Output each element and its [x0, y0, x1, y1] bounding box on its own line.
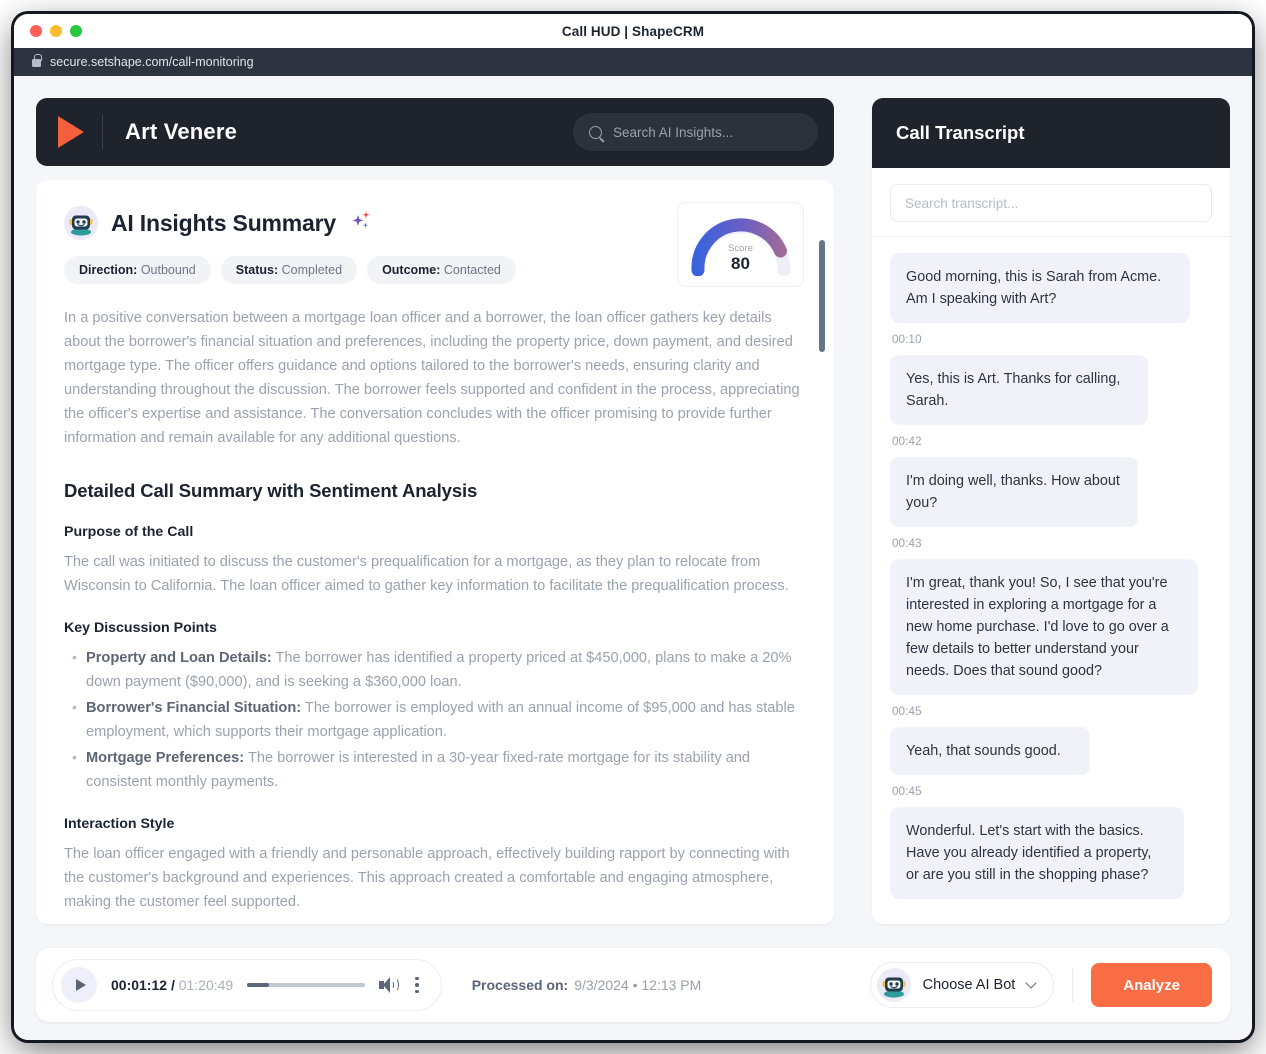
- window-titlebar: Call HUD | ShapeCRM: [14, 14, 1252, 48]
- key-points-list: Property and Loan Details: The borrower …: [64, 645, 804, 794]
- message-bubble: Yeah, that sounds good.: [890, 727, 1090, 775]
- volume-icon[interactable]: [379, 977, 400, 993]
- chip-outcome: Outcome: Contacted: [367, 256, 516, 284]
- time-separator: /: [170, 977, 175, 993]
- insights-scrollbar-thumb[interactable]: [819, 240, 825, 352]
- transcript-message-list: Good morning, this is Sarah from Acme. A…: [872, 237, 1230, 899]
- summary-paragraph: In a positive conversation between a mor…: [64, 310, 800, 446]
- transcript-message: I'm great, thank you! So, I see that you…: [890, 559, 1212, 718]
- chip-direction-value: Outbound: [140, 263, 196, 277]
- insights-column: Art Venere Search AI Insights... AI Insi…: [36, 98, 834, 924]
- bottom-toolbar: 00:01:12 / 01:20:49 Processed on: 9/3/202…: [36, 948, 1230, 1022]
- player-more-options-icon[interactable]: [411, 973, 423, 998]
- choose-ai-bot-dropdown[interactable]: Choose AI Bot: [869, 962, 1055, 1008]
- message-timestamp: 00:45: [892, 784, 922, 798]
- transcript-panel: Call Transcript Good morning, this is Sa…: [872, 98, 1230, 924]
- play-icon: [75, 979, 86, 991]
- audio-player: 00:01:12 / 01:20:49: [52, 959, 442, 1011]
- chip-direction: Direction: Outbound: [64, 256, 211, 284]
- transcript-message: Yes, this is Art. Thanks for calling, Sa…: [890, 355, 1212, 448]
- topbar-divider: [102, 115, 103, 149]
- processed-on-label: Processed on:: [471, 977, 569, 993]
- volume-slider[interactable]: [247, 983, 366, 987]
- score-gauge-card: Score 80: [677, 202, 804, 287]
- robot-avatar-icon: [64, 206, 98, 240]
- transcript-search-input[interactable]: [890, 184, 1212, 222]
- brand-logo: [58, 116, 84, 148]
- list-item: Property and Loan Details: The borrower …: [64, 645, 804, 694]
- list-item: Borrower's Financial Situation: The borr…: [64, 695, 804, 744]
- chip-status-label: Status:: [235, 263, 279, 277]
- score-gauge: Score 80: [687, 214, 795, 276]
- window-title: Call HUD | ShapeCRM: [561, 23, 705, 39]
- chevron-down-icon: [1025, 977, 1037, 989]
- total-time: 01:20:49: [178, 977, 234, 993]
- url-text: secure.setshape.com/call-monitoring: [50, 55, 254, 69]
- message-timestamp: 00:42: [892, 434, 922, 448]
- account-name: Art Venere: [125, 119, 238, 144]
- score-value: 80: [731, 253, 750, 273]
- insights-search-placeholder: Search AI Insights...: [613, 124, 734, 140]
- lock-icon: [32, 54, 42, 67]
- chip-outcome-value: Contacted: [443, 263, 501, 277]
- message-timestamp: 00:43: [892, 536, 922, 550]
- toolbar-divider: [1072, 968, 1074, 1002]
- point-term: Mortgage Preferences:: [86, 750, 245, 766]
- message-bubble: I'm doing well, thanks. How about you?: [890, 457, 1138, 527]
- transcript-search-wrap: [872, 168, 1230, 237]
- play-button[interactable]: [61, 967, 97, 1003]
- interaction-style-body: The loan officer engaged with a friendly…: [64, 846, 790, 910]
- volume-slider-fill: [247, 983, 270, 987]
- insights-search-input[interactable]: Search AI Insights...: [573, 113, 818, 151]
- browser-window: Call HUD | ShapeCRM secure.setshape.com/…: [14, 14, 1252, 1040]
- page-body: Art Venere Search AI Insights... AI Insi…: [14, 76, 1252, 1040]
- chip-outcome-label: Outcome:: [382, 263, 441, 277]
- transcript-message: Yeah, that sounds good. 00:45: [890, 727, 1212, 798]
- message-timestamp: 00:45: [892, 704, 922, 718]
- message-bubble: I'm great, thank you! So, I see that you…: [890, 559, 1198, 695]
- message-bubble: Good morning, this is Sarah from Acme. A…: [890, 253, 1190, 323]
- score-gauge-label: Score 80: [687, 243, 795, 274]
- detailed-summary-heading: Detailed Call Summary with Sentiment Ana…: [64, 480, 478, 501]
- purpose-body: The call was initiated to discuss the cu…: [64, 554, 789, 594]
- point-term: Borrower's Financial Situation:: [86, 700, 302, 716]
- search-icon: [589, 125, 602, 139]
- purpose-heading: Purpose of the Call: [64, 524, 194, 540]
- processed-on-value: 9/3/2024 • 12:13 PM: [574, 977, 702, 993]
- transcript-message: Good morning, this is Sarah from Acme. A…: [890, 253, 1212, 346]
- transcript-title: Call Transcript: [896, 122, 1025, 143]
- current-time: 00:01:12: [111, 977, 168, 993]
- key-points-heading: Key Discussion Points: [64, 620, 217, 636]
- chip-status-value: Completed: [281, 263, 343, 277]
- robot-avatar-icon: [876, 968, 911, 1002]
- analyze-button[interactable]: Analyze: [1091, 963, 1212, 1007]
- sparkles-icon: [349, 209, 373, 238]
- address-bar[interactable]: secure.setshape.com/call-monitoring: [14, 48, 1252, 76]
- transcript-message: I'm doing well, thanks. How about you? 0…: [890, 457, 1212, 550]
- interaction-style-heading: Interaction Style: [64, 816, 175, 832]
- app-topbar: Art Venere Search AI Insights...: [36, 98, 834, 166]
- list-item: Mortgage Preferences: The borrower is in…: [64, 745, 804, 794]
- message-bubble: Yes, this is Art. Thanks for calling, Sa…: [890, 355, 1148, 425]
- point-term: Property and Loan Details:: [86, 650, 272, 666]
- transcript-message: Wonderful. Let's start with the basics. …: [890, 807, 1212, 899]
- message-bubble: Wonderful. Let's start with the basics. …: [890, 807, 1184, 899]
- ai-insights-title: AI Insights Summary: [111, 209, 336, 236]
- choose-ai-bot-label: Choose AI Bot: [922, 977, 1016, 993]
- message-timestamp: 00:10: [892, 332, 922, 346]
- transcript-header: Call Transcript: [872, 98, 1230, 168]
- ai-insights-card: AI Insights Summary Direction: Outbound …: [36, 180, 834, 924]
- chip-status: Status: Completed: [220, 256, 358, 284]
- play-triangle-logo-icon: [58, 116, 84, 148]
- processed-on: Processed on: 9/3/2024 • 12:13 PM: [472, 977, 702, 993]
- playback-time: 00:01:12 / 01:20:49: [111, 977, 233, 993]
- chip-direction-label: Direction:: [79, 263, 138, 277]
